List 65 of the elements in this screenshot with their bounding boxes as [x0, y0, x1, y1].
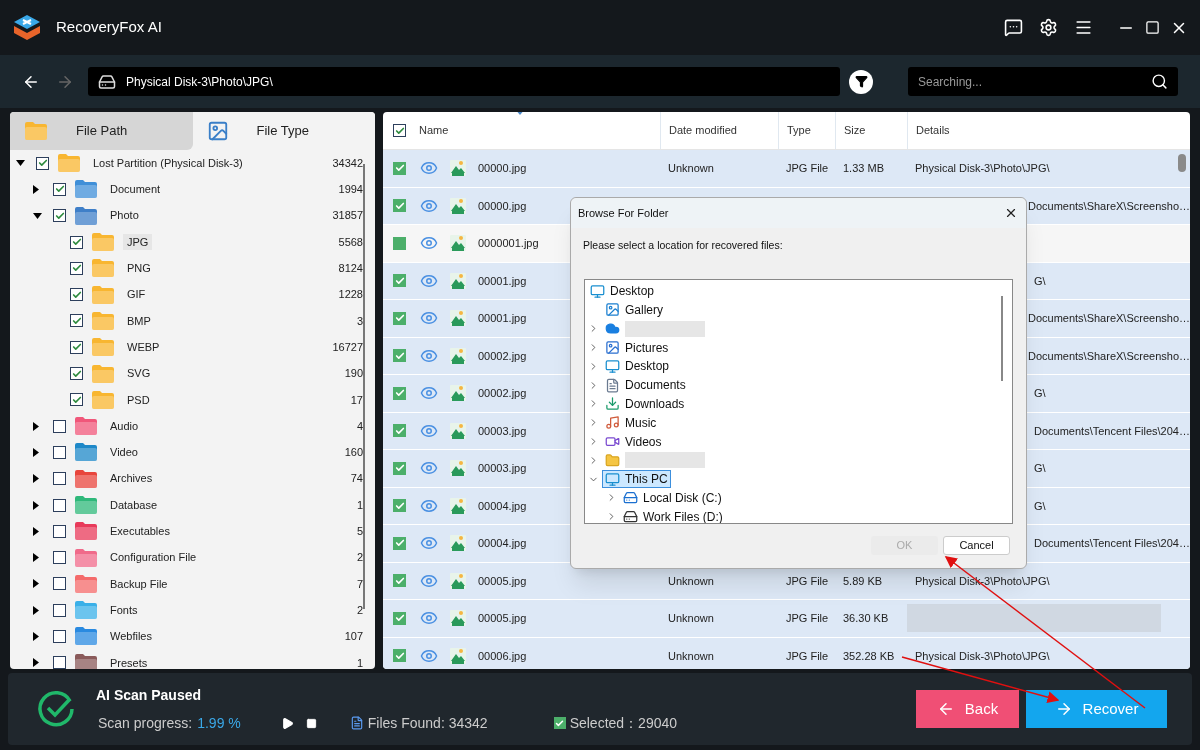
item-count: 5568 — [338, 234, 363, 250]
item-count: 34342 — [332, 155, 363, 171]
details-cell-text: G\ — [1034, 386, 1046, 401]
details-cell-text: Documents\Tencent Files\204… — [1034, 423, 1190, 439]
details-cell-text: Documents\Tencent Files\204… — [1034, 536, 1190, 551]
date-cell-text: Unknown — [667, 573, 715, 589]
file-name: 00002.jpg — [478, 386, 527, 401]
item-count: 4 — [356, 418, 363, 434]
details-cell-text: Documents\ShareX\Screensho… — [1027, 348, 1190, 364]
progress-label: Scan progress: — [98, 713, 193, 733]
item-count: 1 — [356, 655, 363, 669]
item-count: 5 — [356, 524, 363, 540]
type-cell-text: JPG File — [785, 648, 830, 664]
type-cell-text: JPG File — [785, 611, 830, 626]
item-count: 107 — [344, 629, 363, 645]
files-found: Files Found: 34342 — [367, 713, 488, 733]
item-count: 160 — [344, 445, 363, 461]
dialog-prompt: Please select a location for recovered files: — [583, 238, 784, 253]
file-name: 00001.jpg — [478, 273, 527, 289]
date-cell-text: Unknown — [667, 648, 715, 664]
size-cell-text: 1.33 MB — [842, 161, 885, 176]
file-name: 00004.jpg — [478, 498, 527, 514]
item-count: 31857 — [332, 208, 363, 224]
item-count: 17 — [350, 392, 363, 408]
type-cell-text: JPG File — [785, 161, 830, 176]
file-name: 00000.jpg — [478, 161, 527, 176]
size-cell-text: 36.30 KB — [842, 611, 890, 626]
file-name: 00003.jpg — [478, 423, 527, 439]
scan-status-title: AI Scan Paused — [96, 685, 203, 705]
size-cell-text: 5.89 KB — [842, 573, 884, 589]
file-name: 00003.jpg — [478, 461, 527, 476]
item-count: 1994 — [338, 182, 363, 198]
item-count: 2 — [356, 602, 363, 618]
item-count: 16727 — [332, 339, 363, 355]
dialog-title: Browse For Folder — [578, 205, 669, 221]
size-cell-text: 352.28 KB — [842, 648, 896, 664]
details-cell-text: G\ — [1034, 498, 1046, 514]
file-name: 00005.jpg — [478, 611, 527, 626]
file-name: 00006.jpg — [478, 648, 527, 664]
file-name: 00005.jpg — [478, 573, 527, 589]
selected-count: Selected：29040 — [569, 713, 678, 733]
details-cell-text: Documents\ShareX\Screensho… — [1027, 311, 1190, 326]
file-name: 00000.jpg — [478, 198, 527, 214]
details-cell-text: G\ — [1034, 273, 1046, 289]
file-name: 00004.jpg — [478, 536, 527, 551]
item-count: 2 — [356, 550, 363, 566]
type-cell-text: JPG File — [785, 573, 830, 589]
file-name: 00001.jpg — [478, 311, 527, 326]
item-count: 1 — [356, 497, 363, 513]
details-cell-text: Physical Disk-3\Photo\JPG\ — [914, 161, 1050, 176]
item-count: 74 — [350, 471, 363, 487]
item-count: 190 — [344, 366, 363, 382]
details-cell-text: Documents\ShareX\Screensho… — [1027, 198, 1190, 214]
item-count: 1228 — [338, 287, 363, 303]
progress-value: 1.99 % — [197, 713, 241, 733]
item-count: 3 — [356, 313, 363, 329]
details-cell-text: G\ — [1034, 461, 1046, 476]
file-name: 00002.jpg — [478, 348, 527, 364]
details-cell-text: Physical Disk-3\Photo\JPG\ — [914, 648, 1050, 664]
app-title: RecoveryFox AI — [56, 17, 162, 38]
item-count: 8124 — [338, 261, 363, 277]
file-name: 0000001.jpg — [478, 236, 539, 251]
date-cell-text: Unknown — [667, 161, 715, 176]
item-count: 7 — [356, 576, 363, 592]
date-cell-text: Unknown — [667, 611, 715, 626]
